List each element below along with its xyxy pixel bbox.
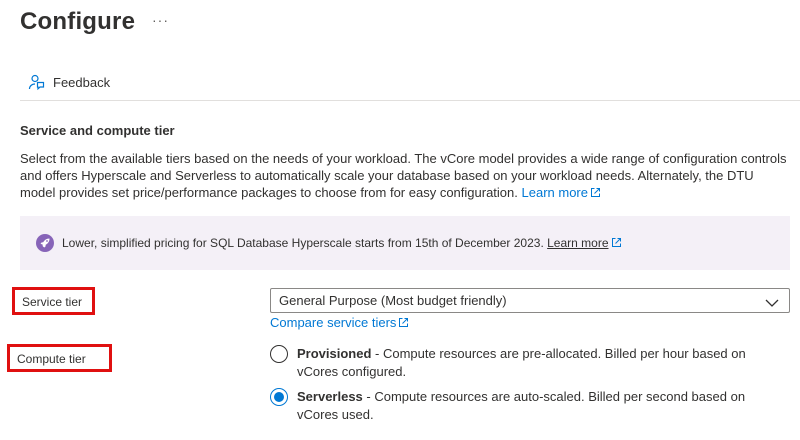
compute-option-provisioned[interactable]: Provisioned - Compute resources are pre-… [270,345,752,381]
more-options-icon[interactable]: ··· [152,12,169,28]
learn-more-link[interactable]: Learn more [522,185,601,200]
external-link-icon [590,185,601,202]
serverless-option-text: Serverless - Compute resources are auto-… [297,388,752,424]
feedback-button[interactable]: Feedback [26,70,110,94]
feedback-icon [26,72,46,92]
service-tier-label: Service tier [12,287,95,315]
page-title: Configure [20,8,136,35]
banner-learn-more-link[interactable]: Learn more [547,236,608,250]
chevron-down-icon [765,295,779,313]
serverless-radio[interactable] [270,388,288,406]
rocket-icon [36,234,54,252]
provisioned-option-name: Provisioned [297,346,372,361]
banner-message: Lower, simplified pricing for SQL Databa… [62,235,544,250]
external-link-icon [398,316,409,331]
compute-tier-label: Compute tier [7,344,112,372]
compare-service-tiers-link[interactable]: Compare service tiers [270,315,409,331]
section-description: Select from the available tiers based on… [20,150,790,202]
service-tier-selected-value: General Purpose (Most budget friendly) [279,293,507,308]
compute-option-serverless[interactable]: Serverless - Compute resources are auto-… [270,388,752,424]
toolbar-divider [20,100,800,101]
feedback-label: Feedback [53,74,111,90]
provisioned-radio[interactable] [270,345,288,363]
description-text: Select from the available tiers based on… [20,151,787,200]
provisioned-option-text: Provisioned - Compute resources are pre-… [297,345,752,381]
section-title: Service and compute tier [20,123,175,138]
banner-text: Lower, simplified pricing for SQL Databa… [62,236,622,251]
external-link-icon [611,237,622,251]
service-tier-dropdown[interactable]: General Purpose (Most budget friendly) [270,288,790,313]
serverless-option-description: - Compute resources are auto-scaled. Bil… [297,389,746,422]
serverless-option-name: Serverless [297,389,363,404]
info-banner: Lower, simplified pricing for SQL Databa… [20,216,790,270]
